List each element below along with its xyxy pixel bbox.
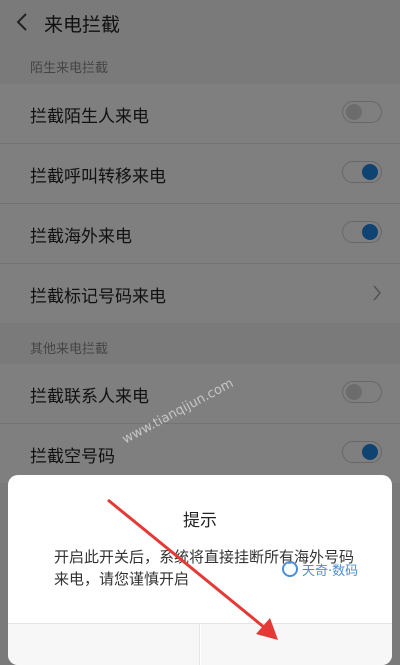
dialog-confirm-button[interactable] xyxy=(201,624,392,665)
dialog-button-bar xyxy=(8,623,392,665)
logo-text: 天奇·数码 xyxy=(302,563,359,579)
dialog-cancel-button[interactable] xyxy=(8,624,200,665)
dialog-title: 提示 xyxy=(183,511,217,531)
logo-icon xyxy=(282,561,298,577)
watermark-logo: 天奇·数码 xyxy=(282,556,392,582)
